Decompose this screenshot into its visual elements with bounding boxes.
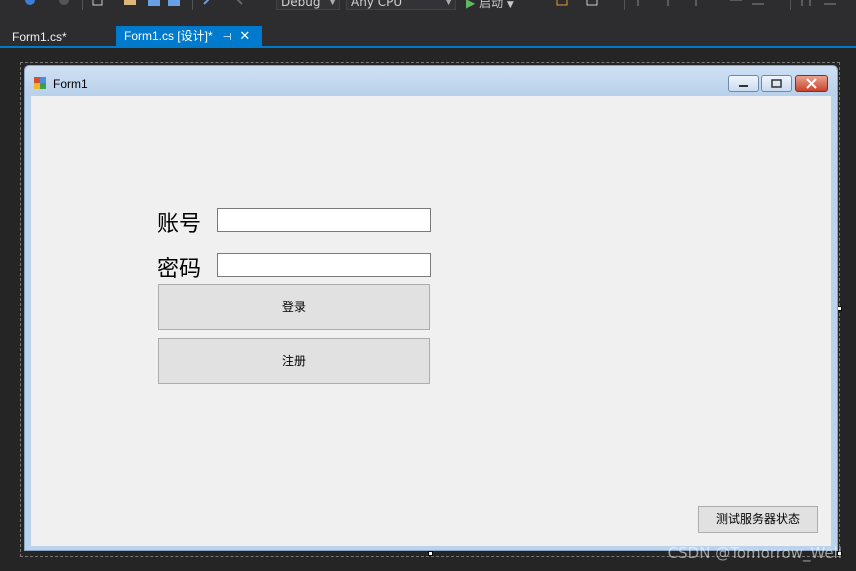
minimize-button[interactable] [728, 75, 759, 92]
tab-form1-designer[interactable]: Form1.cs [设计]* ⊣ ✕ [116, 26, 262, 48]
login-button[interactable]: 登录 [158, 284, 430, 330]
new-project-icon[interactable] [92, 0, 104, 6]
tab-label: Form1.cs [设计]* [124, 29, 213, 43]
align-bottom-icon[interactable] [752, 0, 764, 6]
save-icon[interactable] [148, 0, 160, 6]
pin-icon[interactable]: ⊣ [223, 32, 232, 43]
test-server-status-button[interactable]: 测试服务器状态 [698, 506, 818, 533]
redo-icon[interactable] [232, 0, 244, 6]
back-icon[interactable] [24, 0, 36, 6]
start-label: 启动 [479, 0, 504, 10]
save-all-icon[interactable] [168, 0, 180, 6]
forward-icon[interactable] [58, 0, 70, 6]
close-button[interactable] [795, 75, 828, 92]
ide-toolbar: Debug ▼ Any CPU ▼ ▶ 启动 ▼ [0, 0, 856, 24]
maximize-button[interactable] [761, 75, 792, 92]
form-client-area: 账号 密码 登录 注册 测试服务器状态 [31, 96, 831, 546]
password-label: 密码 [157, 257, 202, 282]
resize-handle-bottom[interactable] [428, 551, 433, 556]
form-app-icon [34, 77, 46, 89]
form-title: Form1 [53, 77, 88, 91]
password-input[interactable] [217, 253, 431, 277]
find-icon[interactable] [556, 0, 568, 6]
play-icon: ▶ [466, 0, 476, 10]
tab-label: Form1.cs* [12, 30, 67, 44]
open-folder-icon[interactable] [124, 0, 136, 6]
same-width-icon[interactable] [824, 0, 836, 6]
form-titlebar[interactable]: Form1 [25, 66, 837, 96]
watermark: CSDN @Tomorrow_Well [667, 544, 842, 562]
maximize-icon [771, 79, 782, 88]
form-window[interactable]: Form1 账号 密码 登录 注册 测试服务器状态 [24, 65, 838, 551]
close-icon [806, 78, 817, 89]
start-button[interactable]: ▶ 启动 ▼ [466, 0, 514, 11]
minimize-icon [739, 85, 748, 87]
platform-select[interactable]: Any CPU ▼ [346, 0, 456, 10]
undo-icon[interactable] [202, 0, 214, 6]
align-middle-icon[interactable] [730, 0, 742, 6]
same-size-icon[interactable] [800, 0, 812, 6]
document-tab-strip: Form1.cs* Form1.cs [设计]* ⊣ ✕ [0, 24, 856, 48]
account-input[interactable] [217, 208, 431, 232]
align-center-icon[interactable] [662, 0, 674, 6]
configuration-select[interactable]: Debug ▼ [276, 0, 340, 10]
align-right-icon[interactable] [686, 0, 698, 6]
align-top-icon[interactable] [708, 0, 720, 6]
account-label: 账号 [157, 212, 202, 237]
align-left-icon[interactable] [636, 0, 648, 6]
tab-form1-code[interactable]: Form1.cs* [4, 27, 75, 48]
screenshot-icon[interactable] [586, 0, 598, 6]
register-button[interactable]: 注册 [158, 338, 430, 384]
close-tab-icon[interactable]: ✕ [239, 28, 250, 43]
